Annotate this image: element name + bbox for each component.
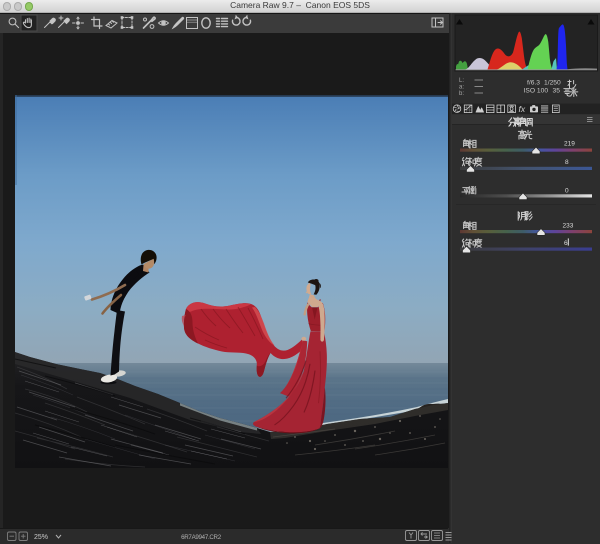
svg-text:233: 233: [563, 222, 574, 229]
svg-text:ISO 100: ISO 100: [524, 88, 549, 95]
svg-text:f/6.3: f/6.3: [527, 80, 540, 87]
svg-text:fx: fx: [519, 104, 526, 114]
svg-text:25%: 25%: [34, 534, 48, 541]
svg-text:0: 0: [565, 188, 569, 195]
svg-text:a:: a:: [459, 85, 464, 91]
svg-text:1/250: 1/250: [544, 80, 561, 87]
svg-text:6R7A9947.CR2: 6R7A9947.CR2: [181, 534, 222, 541]
svg-text:b:: b:: [459, 91, 464, 97]
svg-text:219: 219: [564, 140, 575, 147]
svg-text:6: 6: [564, 240, 568, 247]
svg-text:L:: L:: [459, 78, 464, 84]
svg-text:8: 8: [565, 159, 569, 166]
svg-text:35: 35: [553, 88, 561, 95]
